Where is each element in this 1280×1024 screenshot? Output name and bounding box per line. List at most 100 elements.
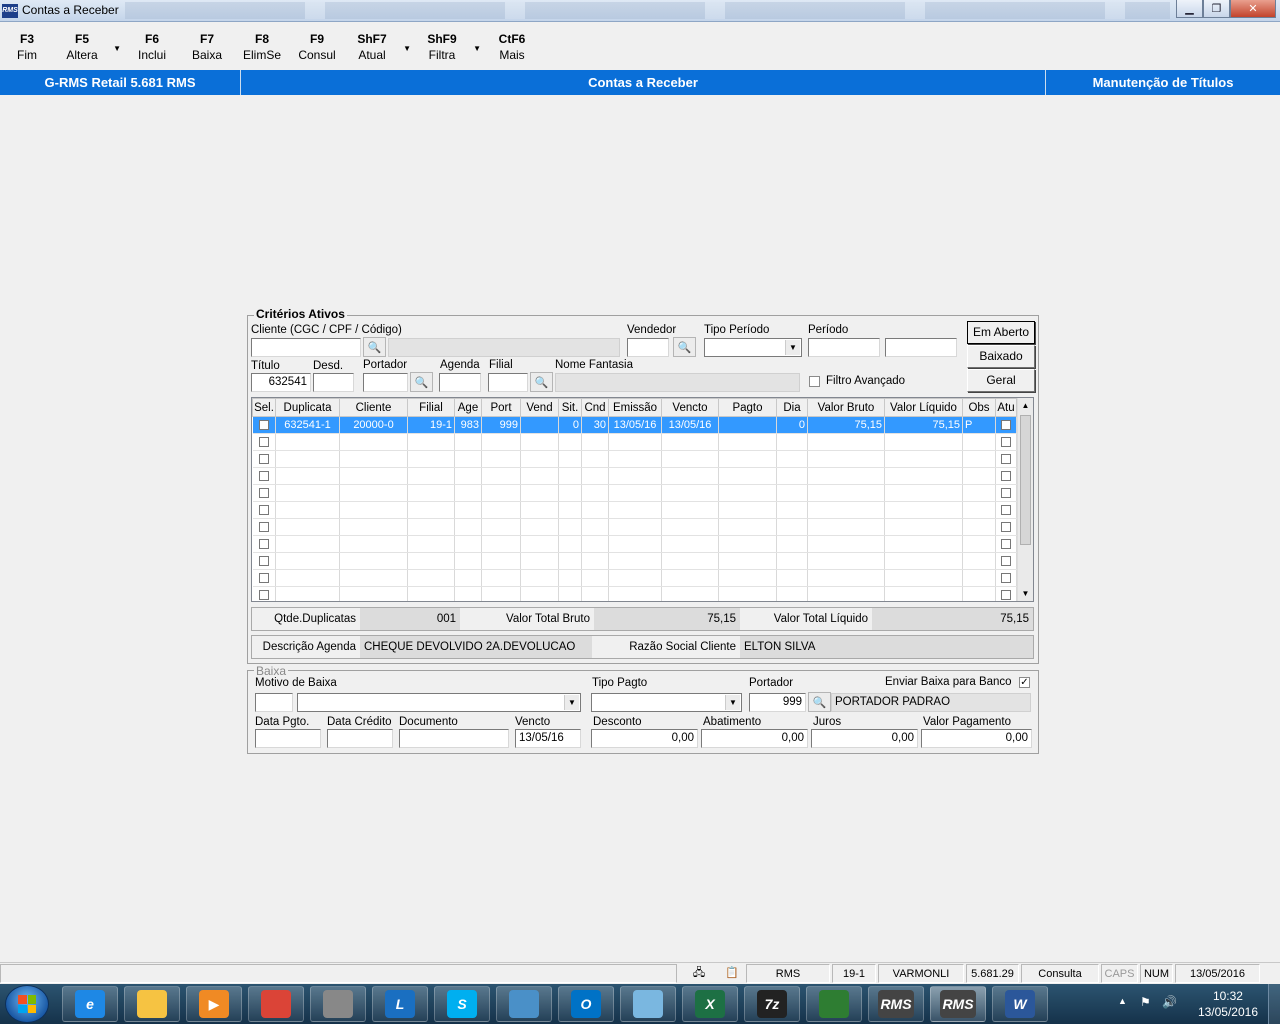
data-pgto-input[interactable] bbox=[255, 729, 321, 748]
taskbar-excel-icon[interactable]: X bbox=[682, 986, 738, 1022]
portador-search-icon[interactable]: 🔍 bbox=[410, 372, 433, 392]
column-header[interactable]: Pagto bbox=[718, 398, 777, 417]
restore-button[interactable]: ❐ bbox=[1203, 0, 1230, 18]
row-select-checkbox[interactable] bbox=[258, 539, 269, 550]
atu-cell[interactable] bbox=[995, 518, 1017, 536]
agenda-input[interactable] bbox=[439, 373, 481, 392]
scroll-up-icon[interactable]: ▲ bbox=[1018, 398, 1033, 413]
table-row[interactable] bbox=[252, 501, 1017, 519]
fkey-button-f9[interactable]: F9 Consul bbox=[292, 32, 342, 62]
column-header[interactable]: Age bbox=[454, 398, 482, 417]
row-select-checkbox[interactable] bbox=[258, 471, 269, 482]
column-header[interactable]: Duplicata bbox=[275, 398, 340, 417]
enviar-banco-checkbox[interactable]: ✓ bbox=[1019, 677, 1030, 688]
cliente-search-icon[interactable]: 🔍 bbox=[363, 337, 386, 357]
taskbar-media-player-icon[interactable]: ▶ bbox=[186, 986, 242, 1022]
row-update-checkbox[interactable] bbox=[1001, 556, 1011, 567]
baixa-portador-search-icon[interactable]: 🔍 bbox=[808, 692, 831, 712]
tipo-periodo-select[interactable]: ▼ bbox=[704, 338, 802, 357]
documento-input[interactable] bbox=[399, 729, 509, 748]
atu-cell[interactable] bbox=[995, 501, 1017, 519]
desconto-input[interactable]: 0,00 bbox=[591, 729, 698, 748]
column-header[interactable]: Emissão bbox=[608, 398, 662, 417]
column-header[interactable]: Vencto bbox=[661, 398, 719, 417]
portador-input[interactable] bbox=[363, 373, 408, 392]
column-header[interactable]: Sit. bbox=[558, 398, 582, 417]
baixa-portador-input[interactable]: 999 bbox=[749, 693, 806, 712]
row-update-checkbox[interactable] bbox=[1001, 437, 1011, 448]
tray-expand-icon[interactable]: ▲ bbox=[1118, 996, 1127, 1006]
fkey-button-f7[interactable]: F7 Baixa bbox=[182, 32, 232, 62]
table-row[interactable] bbox=[252, 467, 1017, 485]
em-aberto-button[interactable]: Em Aberto bbox=[967, 321, 1035, 344]
select-cell[interactable] bbox=[252, 467, 276, 485]
select-cell[interactable] bbox=[252, 518, 276, 536]
row-update-checkbox[interactable] bbox=[1001, 420, 1011, 431]
atu-cell[interactable] bbox=[995, 569, 1017, 587]
vendedor-search-icon[interactable]: 🔍 bbox=[673, 337, 696, 357]
periodo-start-input[interactable] bbox=[808, 338, 880, 357]
taskbar-ie-icon[interactable]: e bbox=[62, 986, 118, 1022]
dropdown-arrow-icon[interactable]: ▼ bbox=[403, 44, 411, 53]
atu-cell[interactable] bbox=[995, 535, 1017, 553]
dropdown-arrow-icon[interactable]: ▼ bbox=[113, 44, 121, 53]
taskbar-rms-icon[interactable]: RMS bbox=[868, 986, 924, 1022]
minimize-button[interactable]: ▁ bbox=[1176, 0, 1203, 18]
select-cell[interactable] bbox=[252, 535, 276, 553]
dropdown-arrow-icon[interactable]: ▼ bbox=[473, 44, 481, 53]
row-select-checkbox[interactable] bbox=[258, 437, 269, 448]
fkey-button-shf7[interactable]: ShF7 Atual ▼ bbox=[347, 32, 411, 62]
taskbar-skype-icon[interactable]: S bbox=[434, 986, 490, 1022]
atu-cell[interactable] bbox=[995, 416, 1017, 434]
atu-cell[interactable] bbox=[995, 467, 1017, 485]
juros-input[interactable]: 0,00 bbox=[811, 729, 918, 748]
select-cell[interactable] bbox=[252, 586, 276, 601]
row-update-checkbox[interactable] bbox=[1001, 573, 1011, 584]
row-update-checkbox[interactable] bbox=[1001, 522, 1011, 533]
taskbar-notes-icon[interactable] bbox=[620, 986, 676, 1022]
baixado-button[interactable]: Baixado bbox=[967, 345, 1035, 368]
row-select-checkbox[interactable] bbox=[258, 590, 269, 601]
row-select-checkbox[interactable] bbox=[258, 454, 269, 465]
grid-scrollbar[interactable]: ▲ ▼ bbox=[1017, 398, 1033, 601]
row-update-checkbox[interactable] bbox=[1001, 590, 1011, 601]
atu-cell[interactable] bbox=[995, 586, 1017, 601]
column-header[interactable]: Filial bbox=[407, 398, 455, 417]
titulo-input[interactable]: 632541 bbox=[251, 373, 311, 392]
row-update-checkbox[interactable] bbox=[1001, 454, 1011, 465]
table-row[interactable] bbox=[252, 484, 1017, 502]
start-button[interactable] bbox=[5, 985, 49, 1023]
taskbar-word-icon[interactable]: W bbox=[992, 986, 1048, 1022]
filtro-avancado-checkbox[interactable] bbox=[809, 376, 820, 387]
row-update-checkbox[interactable] bbox=[1001, 505, 1011, 516]
fkey-button-f3[interactable]: F3 Fim bbox=[2, 32, 52, 62]
column-header[interactable]: Valor Bruto bbox=[807, 398, 885, 417]
row-select-checkbox[interactable] bbox=[258, 522, 269, 533]
taskbar-chrome-icon[interactable] bbox=[248, 986, 304, 1022]
filial-input[interactable] bbox=[488, 373, 528, 392]
select-cell[interactable] bbox=[252, 416, 276, 434]
table-row[interactable]: 632541-1 20000-0 19-1 983 999 0 30 13/05/16 13/0… bbox=[252, 416, 1017, 434]
taskbar-explorer-icon[interactable] bbox=[124, 986, 180, 1022]
column-header[interactable]: Valor Líquido bbox=[884, 398, 963, 417]
select-cell[interactable] bbox=[252, 501, 276, 519]
column-header[interactable]: Obs bbox=[962, 398, 996, 417]
scroll-down-icon[interactable]: ▼ bbox=[1018, 586, 1033, 601]
select-cell[interactable] bbox=[252, 433, 276, 451]
column-header[interactable]: Cnd bbox=[581, 398, 609, 417]
fkey-button-f5[interactable]: F5 Altera ▼ bbox=[57, 32, 121, 62]
taskbar-outlook-icon[interactable]: O bbox=[558, 986, 614, 1022]
fkey-button-f8[interactable]: F8 ElimSe bbox=[237, 32, 287, 62]
table-row[interactable] bbox=[252, 518, 1017, 536]
show-desktop-button[interactable] bbox=[1268, 984, 1280, 1024]
row-update-checkbox[interactable] bbox=[1001, 488, 1011, 499]
row-select-checkbox[interactable] bbox=[258, 488, 269, 499]
column-header[interactable]: Vend bbox=[520, 398, 559, 417]
taskbar-network-icon[interactable] bbox=[806, 986, 862, 1022]
taskbar-rms-icon[interactable]: RMS bbox=[930, 986, 986, 1022]
row-select-checkbox[interactable] bbox=[258, 505, 269, 516]
taskbar-lync-icon[interactable]: L bbox=[372, 986, 428, 1022]
motivo-code-input[interactable] bbox=[255, 693, 293, 712]
table-row[interactable] bbox=[252, 450, 1017, 468]
taskbar-remote-desktop-icon[interactable] bbox=[496, 986, 552, 1022]
